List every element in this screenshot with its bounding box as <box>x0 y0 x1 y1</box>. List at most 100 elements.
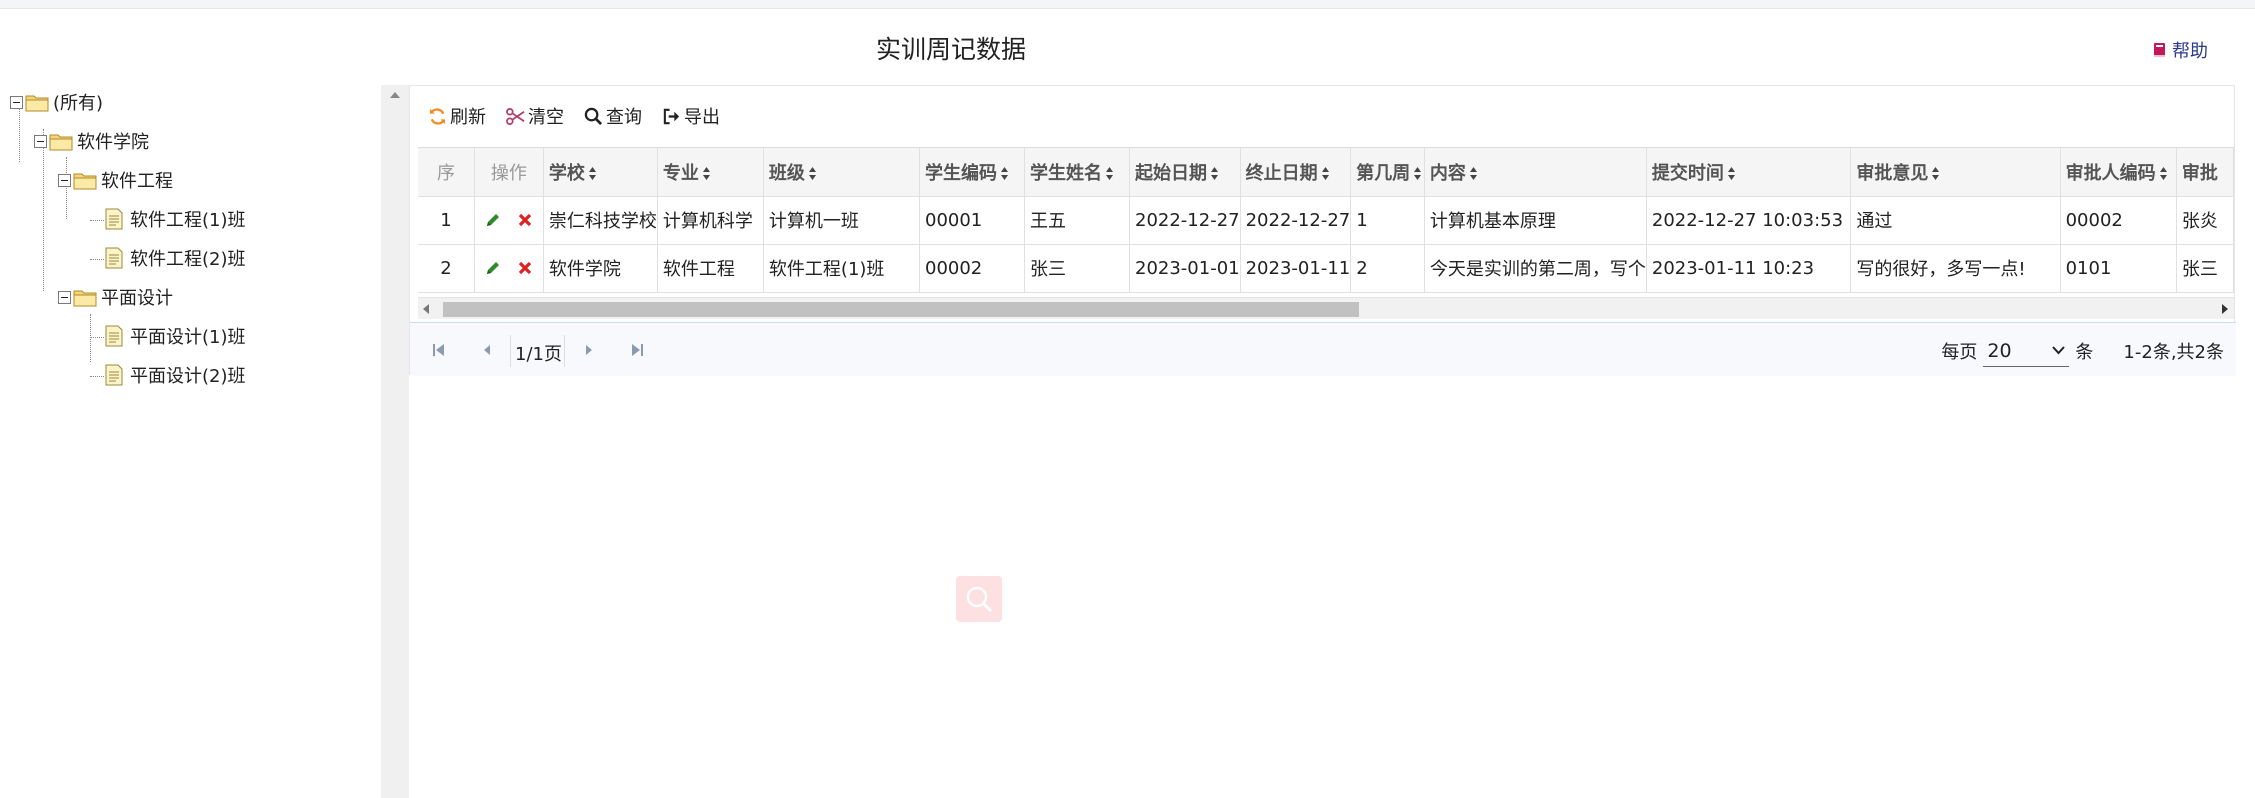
delete-icon[interactable] <box>517 260 533 276</box>
column-header-student-name[interactable]: 学生姓名 <box>1024 148 1130 197</box>
table-row[interactable]: 1 崇仁科技学校 计算机科学 计算机一班 00001 王五 2022-12-27… <box>418 196 2234 245</box>
tree-node-class[interactable]: 平面设计(2)班 <box>104 362 246 388</box>
sort-icon[interactable] <box>1105 166 1114 181</box>
column-header-school[interactable]: 学校 <box>543 148 658 197</box>
page-size-select[interactable]: 20 <box>1983 335 2070 367</box>
horizontal-scrollbar[interactable] <box>418 297 2234 319</box>
cell-major: 计算机科学 <box>657 196 764 245</box>
tree-node-root[interactable]: (所有) <box>10 89 103 115</box>
column-header-start-date[interactable]: 起始日期 <box>1129 148 1241 197</box>
top-bar <box>0 0 2255 9</box>
sort-icon[interactable] <box>2159 166 2168 181</box>
prev-page-icon <box>484 345 490 355</box>
scroll-up-arrow[interactable] <box>390 92 400 98</box>
column-header-major[interactable]: 专业 <box>657 148 764 197</box>
file-icon <box>105 364 123 386</box>
export-label: 导出 <box>684 107 720 128</box>
chevron-down-icon <box>2052 346 2066 355</box>
refresh-icon <box>429 107 446 125</box>
tree-node-class[interactable]: 软件工程(2)班 <box>104 245 246 271</box>
data-table: 序 操作 学校 专业 班级 学生编码 学生姓名 起始日期 终止日期 第几周 内容… <box>418 148 2234 293</box>
tree-node-class[interactable]: 软件工程(1)班 <box>104 206 246 232</box>
cell-school: 软件学院 <box>543 244 658 293</box>
column-header-submit-time[interactable]: 提交时间 <box>1646 148 1852 197</box>
collapse-icon[interactable] <box>10 95 23 109</box>
sort-icon[interactable] <box>1727 166 1736 181</box>
cell-student-name: 王五 <box>1024 196 1130 245</box>
tree-node-class[interactable]: 平面设计(1)班 <box>104 323 246 349</box>
sort-icon[interactable] <box>1469 166 1478 181</box>
column-header-approval[interactable]: 审批意见 <box>1850 148 2061 197</box>
refresh-button[interactable]: 刷新 <box>428 103 486 129</box>
prev-page-button[interactable] <box>480 343 494 357</box>
tree-node-major[interactable]: 软件工程 <box>58 167 173 193</box>
splitter-bar[interactable] <box>381 85 409 798</box>
tree-node-college[interactable]: 软件学院 <box>34 128 149 154</box>
column-header-end-date[interactable]: 终止日期 <box>1240 148 1352 197</box>
cell-approval: 通过 <box>1850 196 2061 245</box>
cell-submit-time: 2022-12-27 10:03:53 <box>1646 196 1852 245</box>
sort-icon[interactable] <box>1931 166 1940 181</box>
cell-approver: 张三 <box>2176 244 2234 293</box>
next-page-button[interactable] <box>582 343 596 357</box>
edit-icon[interactable] <box>485 260 501 276</box>
last-page-button[interactable] <box>630 343 644 357</box>
folder-icon <box>25 95 49 111</box>
first-page-button[interactable] <box>432 343 446 357</box>
clear-button[interactable]: 清空 <box>506 103 564 129</box>
tree-label: 平面设计(1)班 <box>130 327 246 348</box>
scrollbar-thumb[interactable] <box>443 302 1359 317</box>
cell-major: 软件工程 <box>657 244 764 293</box>
column-header-class[interactable]: 班级 <box>763 148 921 197</box>
column-header-index: 序 <box>418 148 475 197</box>
sort-icon[interactable] <box>1000 166 1009 181</box>
collapse-icon[interactable] <box>58 290 71 304</box>
page-info: 1/1页 <box>515 344 562 365</box>
export-button[interactable]: 导出 <box>662 103 720 129</box>
column-header-approver[interactable]: 审批 <box>2176 148 2234 197</box>
sort-icon[interactable] <box>1321 166 1330 181</box>
tree-node-major[interactable]: 平面设计 <box>58 284 173 310</box>
pager-separator <box>510 335 511 367</box>
delete-icon[interactable] <box>517 212 533 228</box>
floating-search-icon[interactable] <box>956 576 1002 622</box>
toolbar: 刷新 清空 查询 导出 <box>410 86 2234 146</box>
cell-end-date: 2022-12-27 <box>1240 196 1352 245</box>
column-header-label: 学生姓名 <box>1030 162 1102 184</box>
cell-index: 2 <box>418 244 475 293</box>
sort-icon[interactable] <box>808 166 817 181</box>
column-header-approver-code[interactable]: 审批人编码 <box>2060 148 2177 197</box>
scroll-left-arrow[interactable] <box>423 304 429 314</box>
collapse-icon[interactable] <box>34 134 47 148</box>
cell-week: 1 <box>1350 196 1425 245</box>
column-header-label: 审批意见 <box>1856 162 1929 184</box>
column-header-student-code[interactable]: 学生编码 <box>919 148 1025 197</box>
column-header-label: 审批人编码 <box>2065 162 2156 184</box>
sort-icon[interactable] <box>702 166 711 181</box>
help-link[interactable]: 帮助 <box>2152 37 2208 63</box>
cell-index: 1 <box>418 196 475 245</box>
sort-icon[interactable] <box>588 166 597 181</box>
scroll-right-arrow[interactable] <box>2222 304 2228 314</box>
collapse-icon[interactable] <box>58 173 71 187</box>
edit-icon[interactable] <box>485 212 501 228</box>
cell-week: 2 <box>1350 244 1425 293</box>
page-size-value: 20 <box>1987 339 2012 362</box>
data-panel: 刷新 清空 查询 导出 序 操作 学校 专业 班级 学生编码 学生姓名 起始日期… <box>409 85 2236 376</box>
column-header-label: 专业 <box>662 162 699 184</box>
column-header-week[interactable]: 第几周 <box>1350 148 1425 197</box>
sort-icon[interactable] <box>1210 166 1219 181</box>
cell-student-name: 张三 <box>1024 244 1130 293</box>
scissors-icon <box>506 107 525 125</box>
query-button[interactable]: 查询 <box>584 103 642 129</box>
table-row[interactable]: 2 软件学院 软件工程 软件工程(1)班 00002 张三 2023-01-01… <box>418 244 2234 293</box>
cell-student-code: 00001 <box>919 196 1025 245</box>
column-header-label: 学生编码 <box>925 162 997 184</box>
record-range: 1-2条,共2条 <box>2123 342 2224 363</box>
page-size-area: 每页 20 条 1-2条,共2条 <box>1941 335 2224 367</box>
search-icon <box>966 586 993 613</box>
cell-submit-time: 2023-01-11 10:23 <box>1646 244 1852 293</box>
sort-icon[interactable] <box>1413 166 1422 181</box>
pager-separator <box>564 335 565 367</box>
column-header-content[interactable]: 内容 <box>1424 148 1647 197</box>
